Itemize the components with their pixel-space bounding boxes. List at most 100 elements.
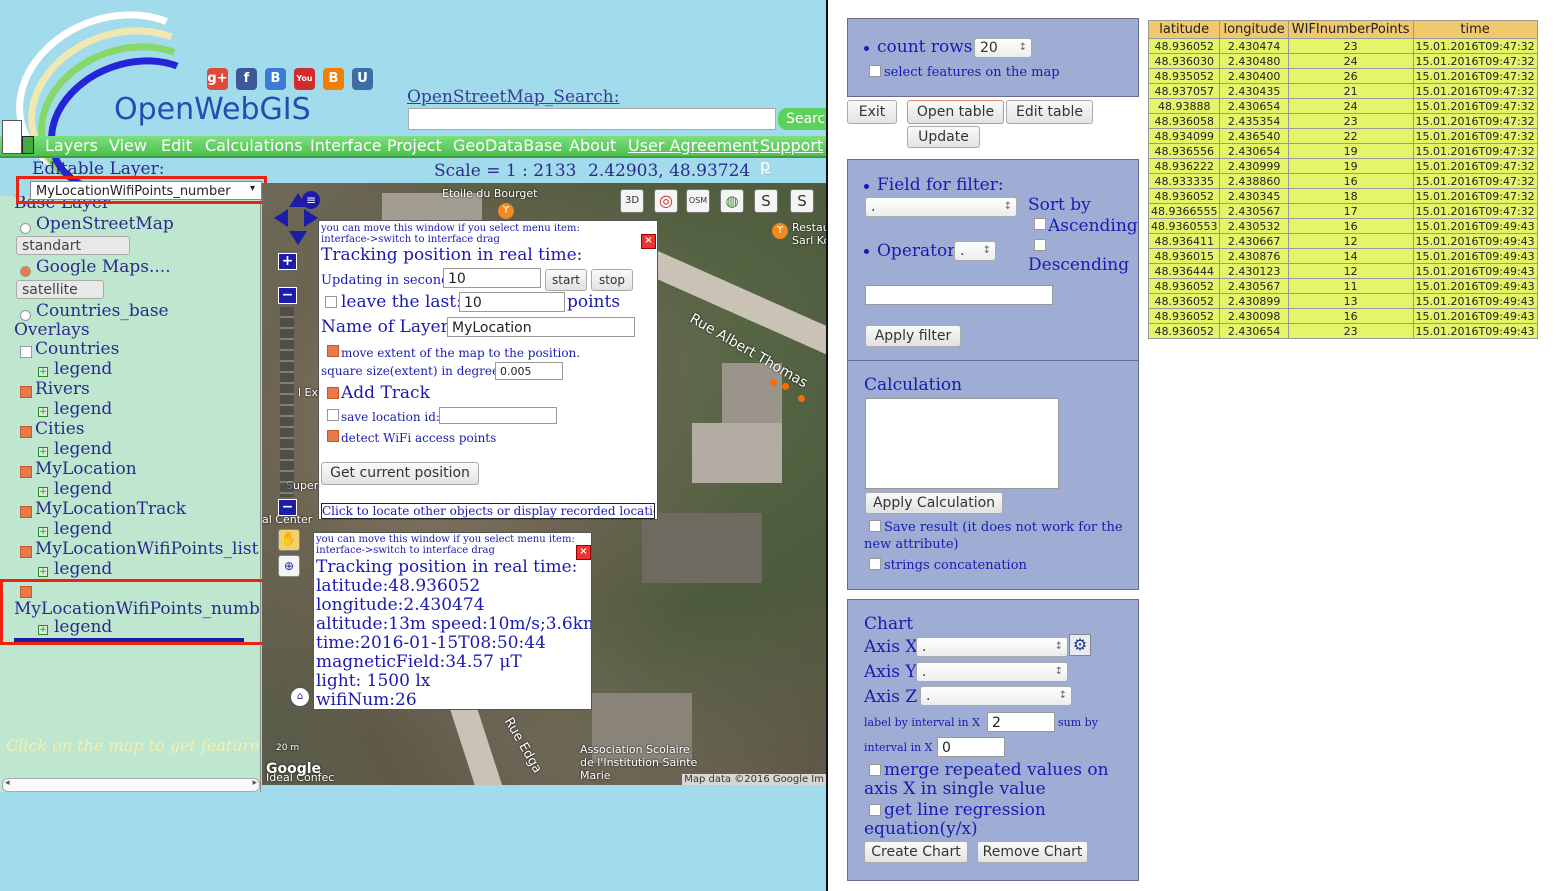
zoom-box-icon[interactable]: ⊕: [278, 555, 300, 577]
column-header[interactable]: time: [1412, 20, 1538, 39]
square-size-input[interactable]: 0.005: [495, 362, 563, 380]
table-row[interactable]: 48.936556 2.430654 19 15.01.2016T09:47:32: [1147, 143, 1538, 159]
axis-y-select[interactable]: .: [916, 662, 1068, 682]
descending-checkbox[interactable]: [1034, 239, 1046, 251]
table-row[interactable]: 48.936058 2.435354 23 15.01.2016T09:47:32: [1147, 113, 1538, 129]
updating-seconds-input[interactable]: 10: [443, 268, 541, 288]
interval-x-input[interactable]: 0: [937, 737, 1005, 757]
pan-down-icon[interactable]: [289, 231, 307, 245]
table-row[interactable]: 48.935052 2.430400 26 15.01.2016T09:47:32: [1147, 68, 1538, 84]
update-button[interactable]: Update: [907, 126, 980, 148]
save-location-input[interactable]: [439, 407, 557, 424]
operator-select[interactable]: .: [954, 241, 996, 261]
table-row[interactable]: 48.933335 2.438860 16 15.01.2016T09:47:32: [1147, 173, 1538, 189]
start-button[interactable]: start: [545, 269, 587, 291]
table-row[interactable]: 48.9366555 2.430567 17 15.01.2016T09:47:32: [1147, 203, 1538, 219]
ascending-checkbox[interactable]: [1034, 218, 1046, 230]
column-header[interactable]: longitude: [1219, 20, 1289, 39]
layer-legend-link[interactable]: legend: [54, 359, 112, 379]
position-info-window[interactable]: you can move this window if you select m…: [313, 532, 592, 710]
stop-button[interactable]: stop: [591, 269, 633, 291]
blogger-icon[interactable]: B: [323, 68, 344, 90]
table-row[interactable]: 48.936052 2.430345 18 15.01.2016T09:47:32: [1147, 188, 1538, 204]
table-row[interactable]: 48.937057 2.430435 21 15.01.2016T09:47:32: [1147, 83, 1538, 99]
zoom-bar-top-button[interactable]: −: [278, 287, 297, 304]
strings-concatenation-checkbox[interactable]: [869, 558, 881, 570]
axis-z-select[interactable]: .: [920, 686, 1072, 706]
table-row[interactable]: 48.934099 2.436540 22 15.01.2016T09:47:32: [1147, 128, 1538, 144]
column-header[interactable]: WIFInumberPoints: [1287, 20, 1414, 39]
youtube-icon[interactable]: You: [294, 68, 315, 90]
zoom-out-button[interactable]: −: [278, 499, 297, 516]
layer-switcher-icon[interactable]: ≡: [302, 191, 320, 209]
layer-name[interactable]: MyLocation: [35, 459, 137, 479]
axis-x-select[interactable]: .: [916, 637, 1068, 657]
column-header[interactable]: latitude: [1147, 20, 1221, 39]
remove-chart-button[interactable]: Remove Chart: [977, 841, 1088, 863]
label-interval-input[interactable]: 2: [987, 712, 1055, 732]
field-filter-select[interactable]: .: [865, 197, 1017, 217]
exit-button[interactable]: Exit: [847, 100, 897, 124]
zoom-slider[interactable]: [280, 307, 294, 497]
google-plus-icon[interactable]: g+: [207, 68, 228, 90]
expand-plus-icon[interactable]: +: [38, 407, 48, 417]
tree-horizontal-scrollbar[interactable]: ◂ ▸: [2, 778, 260, 792]
globe-icon[interactable]: ◍: [720, 189, 744, 213]
menu-geodatabase[interactable]: GeoDataBase: [453, 136, 562, 156]
table-row[interactable]: 48.936052 2.430654 23 15.01.2016T09:49:43: [1147, 323, 1538, 339]
menu-view[interactable]: View: [109, 136, 147, 156]
layer-legend-link[interactable]: legend: [54, 519, 112, 539]
table-row[interactable]: 48.936030 2.430480 24 15.01.2016T09:47:32: [1147, 53, 1538, 69]
table-row[interactable]: 48.936052 2.430567 11 15.01.2016T09:49:43: [1147, 278, 1538, 294]
menu-layers[interactable]: Layers: [45, 136, 98, 156]
leave-last-input[interactable]: 10: [459, 292, 565, 312]
tracking-settings-window[interactable]: you can move this window if you select m…: [318, 220, 658, 520]
table-row[interactable]: 48.93888 2.430654 24 15.01.2016T09:47:32: [1147, 98, 1538, 114]
layer-legend-link[interactable]: legend: [54, 559, 112, 579]
save-result-checkbox[interactable]: [869, 520, 881, 532]
table-row[interactable]: 48.936411 2.430667 12 15.01.2016T09:49:43: [1147, 233, 1538, 249]
scroll-right-arrow[interactable]: ▸: [252, 778, 257, 788]
table-row[interactable]: 48.9360553 2.430532 16 15.01.2016T09:49:43: [1147, 218, 1538, 234]
table-row[interactable]: 48.936015 2.430876 14 15.01.2016T09:49:43: [1147, 248, 1538, 264]
layer-name[interactable]: Cities: [35, 419, 85, 439]
create-chart-button[interactable]: Create Chart: [864, 841, 968, 863]
layer-checkbox[interactable]: [20, 466, 32, 478]
line-regression-checkbox[interactable]: [869, 804, 881, 816]
vk-icon[interactable]: U: [352, 68, 373, 90]
apply-calculation-button[interactable]: Apply Calculation: [865, 492, 1003, 514]
calculation-textarea[interactable]: [865, 398, 1059, 489]
osm-radio[interactable]: [20, 223, 31, 234]
zoom-in-button[interactable]: +: [278, 253, 297, 270]
layer-legend-link[interactable]: legend: [54, 399, 112, 419]
table-row[interactable]: 48.936444 2.430123 12 15.01.2016T09:49:43: [1147, 263, 1538, 279]
s2-tool-icon[interactable]: S: [790, 189, 814, 213]
leave-last-checkbox[interactable]: [325, 296, 337, 308]
layer-checkbox[interactable]: [20, 546, 32, 558]
target-icon[interactable]: ◎: [654, 189, 678, 213]
merge-values-checkbox[interactable]: [869, 764, 881, 776]
google-radio[interactable]: [20, 266, 31, 277]
table-row[interactable]: 48.936052 2.430899 13 15.01.2016T09:49:43: [1147, 293, 1538, 309]
layer-checkbox[interactable]: [20, 506, 32, 518]
close-icon[interactable]: ×: [576, 545, 591, 560]
location-marker[interactable]: [782, 383, 789, 390]
layer-checkbox[interactable]: [20, 426, 32, 438]
detect-wifi-checkbox[interactable]: [327, 430, 339, 442]
scroll-left-arrow[interactable]: ◂: [5, 778, 10, 788]
b-icon[interactable]: B: [265, 68, 286, 90]
move-extent-checkbox[interactable]: [327, 345, 339, 357]
osm-search-input[interactable]: [408, 108, 776, 130]
menu-interface[interactable]: Interface: [310, 136, 382, 156]
pan-hand-icon[interactable]: ✋: [278, 529, 300, 551]
google-style-select[interactable]: satellite: [16, 280, 104, 299]
gear-icon[interactable]: ⚙: [1069, 634, 1091, 656]
layer-name[interactable]: MyLocationWifiPoints_list: [35, 539, 258, 559]
layer-checkbox[interactable]: [20, 386, 32, 398]
osm-search-link[interactable]: OpenStreetMap_Search:: [407, 87, 619, 107]
layer-name[interactable]: Rivers: [35, 379, 90, 399]
menu-edit[interactable]: Edit: [161, 136, 192, 156]
facebook-icon[interactable]: f: [236, 68, 257, 90]
expand-plus-icon[interactable]: +: [38, 367, 48, 377]
expand-plus-icon[interactable]: +: [38, 567, 48, 577]
